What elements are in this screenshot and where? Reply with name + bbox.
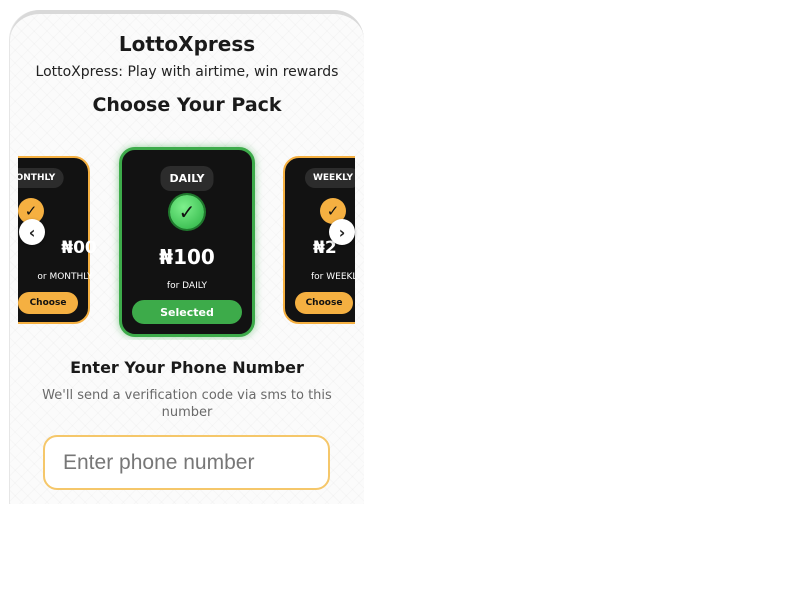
app-screen: LottoXpress LottoXpress: Play with airti…	[10, 10, 364, 504]
pack-card-daily[interactable]: DAILY ✓ ₦100 for DAILY Selected	[119, 147, 255, 337]
chevron-right-icon[interactable]: ›	[329, 219, 355, 245]
chevron-left-icon[interactable]: ‹	[19, 219, 45, 245]
pack-carousel[interactable]: MONTHLY ✓ ₦00 or MONTHLY Choose DAILY ✓ …	[18, 130, 355, 340]
pack-name-weekly: WEEKLY	[304, 168, 355, 188]
pack-for-weekly: for WEEKLY	[311, 272, 355, 282]
app-title: LottoXpress	[118, 32, 256, 56]
app-tagline: LottoXpress: Play with airtime, win rewa…	[35, 64, 339, 80]
choose-weekly-button[interactable]: Choose	[295, 292, 353, 314]
check-circle-icon: ✓	[170, 195, 204, 229]
phone-number-heading: Enter Your Phone Number	[70, 358, 304, 377]
phone-number-description: We'll send a verification code via sms t…	[42, 388, 332, 420]
pack-name-daily: DAILY	[160, 166, 214, 191]
pack-for-monthly: or MONTHLY	[37, 272, 93, 282]
selected-daily-button[interactable]: Selected	[132, 300, 242, 324]
choose-monthly-button[interactable]: Choose	[18, 292, 78, 314]
pack-for-daily: for DAILY	[166, 281, 208, 291]
choose-pack-heading: Choose Your Pack	[92, 94, 282, 116]
pack-price-daily: ₦100	[159, 245, 215, 269]
pack-name-monthly: MONTHLY	[18, 168, 64, 188]
phone-number-input[interactable]	[43, 435, 330, 490]
